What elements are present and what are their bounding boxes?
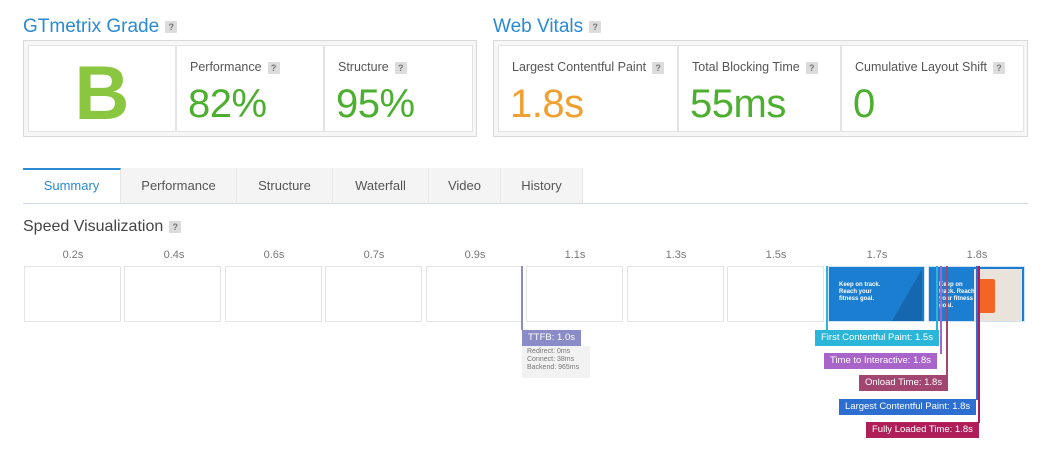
- fcp-marker-line: [826, 266, 828, 330]
- ttfb-details: Redirect: 0ms Connect: 38ms Backend: 965…: [522, 346, 590, 378]
- timeline-tick: 0.4s: [163, 249, 185, 261]
- filmstrip-frame[interactable]: [526, 266, 623, 322]
- filmstrip-frame[interactable]: [24, 266, 121, 322]
- ttfb-tag[interactable]: TTFB: 1.0s: [522, 330, 581, 346]
- help-icon[interactable]: ?: [267, 61, 280, 74]
- lcp-cell: Largest Contentful Paint? 1.8s: [498, 45, 678, 132]
- help-icon[interactable]: ?: [165, 20, 178, 33]
- timeline-tick: 0.9s: [464, 249, 486, 261]
- tti-tag[interactable]: Time to Interactive: 1.8s: [824, 353, 938, 369]
- lcp-value: 1.8s: [510, 82, 584, 126]
- filmstrip-frame[interactable]: [124, 266, 221, 322]
- filmstrip-frame[interactable]: [426, 266, 523, 322]
- lcp-tag[interactable]: Largest Contentful Paint: 1.8s: [839, 399, 977, 415]
- grade-letter: B: [74, 51, 130, 136]
- ttfb-marker-line: [521, 266, 523, 330]
- tti-marker-line: [940, 266, 942, 354]
- performance-value: 82%: [188, 82, 267, 126]
- cls-cell: Cumulative Layout Shift? 0: [841, 45, 1024, 132]
- onload-tag[interactable]: Onload Time: 1.8s: [859, 375, 949, 391]
- timeline-tick: 1.3s: [665, 249, 687, 261]
- fully-loaded-marker-line: [978, 266, 980, 423]
- timeline-tick: 1.7s: [866, 249, 888, 261]
- speed-visualization-title: Speed Visualization?: [23, 218, 182, 236]
- screenshot-image: [892, 269, 922, 321]
- report-tabs: Summary Performance Structure Waterfall …: [23, 168, 1028, 204]
- screenshot-image: [974, 269, 1022, 321]
- help-icon[interactable]: ?: [652, 61, 665, 74]
- fully-loaded-tag[interactable]: Fully Loaded Time: 1.8s: [866, 422, 979, 438]
- cls-value: 0: [853, 82, 875, 126]
- structure-value: 95%: [336, 82, 415, 126]
- tab-performance[interactable]: Performance: [121, 168, 237, 203]
- help-icon[interactable]: ?: [805, 61, 818, 74]
- structure-label: Structure?: [338, 60, 407, 74]
- structure-cell: Structure? 95%: [324, 45, 473, 132]
- help-icon[interactable]: ?: [993, 61, 1006, 74]
- filmstrip-frame-screenshot[interactable]: Keep on track. Reach your fitness goal.: [828, 266, 925, 322]
- filmstrip-frame[interactable]: [225, 266, 322, 322]
- tab-structure[interactable]: Structure: [237, 168, 333, 203]
- filmstrip-frame[interactable]: [727, 266, 824, 322]
- tbt-cell: Total Blocking Time? 55ms: [678, 45, 841, 132]
- timeline-tick: 1.1s: [564, 249, 586, 261]
- performance-cell: Performance? 82%: [176, 45, 324, 132]
- help-icon[interactable]: ?: [394, 61, 407, 74]
- tbt-label: Total Blocking Time?: [692, 60, 818, 74]
- timeline-tick: 1.5s: [765, 249, 787, 261]
- timeline-tick: 1.8s: [966, 249, 988, 261]
- gtmetrix-grade-title: GTmetrix Grade?: [23, 16, 178, 38]
- screenshot-headline: Keep on track. Reach your fitness goal.: [939, 282, 975, 309]
- cls-label: Cumulative Layout Shift?: [855, 60, 1006, 74]
- tab-waterfall[interactable]: Waterfall: [333, 168, 429, 203]
- performance-label: Performance?: [190, 60, 280, 74]
- fcp-tag[interactable]: First Contentful Paint: 1.5s: [815, 330, 939, 346]
- help-icon[interactable]: ?: [169, 220, 182, 233]
- onload-marker-line: [946, 266, 948, 376]
- timeline-tick: 0.2s: [62, 249, 84, 261]
- lcp-label: Largest Contentful Paint?: [512, 60, 665, 74]
- tab-history[interactable]: History: [501, 168, 583, 203]
- tbt-value: 55ms: [690, 82, 786, 126]
- web-vitals-card: Largest Contentful Paint? 1.8s Total Blo…: [493, 40, 1028, 137]
- web-vitals-title: Web Vitals?: [493, 16, 602, 38]
- screenshot-shape-icon: [892, 269, 922, 321]
- tab-summary[interactable]: Summary: [23, 168, 121, 203]
- filmstrip-frame[interactable]: [325, 266, 422, 322]
- fcp-marker-line-right: [936, 266, 938, 330]
- screenshot-product: [979, 279, 995, 313]
- timeline-tick: 0.7s: [363, 249, 385, 261]
- help-icon[interactable]: ?: [589, 20, 602, 33]
- tab-video[interactable]: Video: [429, 168, 501, 203]
- grade-cell: B: [28, 45, 176, 136]
- screenshot-headline: Keep on track. Reach your fitness goal.: [839, 282, 881, 302]
- gtmetrix-grade-card: B Performance? 82% Structure? 95%: [23, 40, 477, 137]
- timeline-tick: 0.6s: [263, 249, 285, 261]
- filmstrip-frame[interactable]: [627, 266, 724, 322]
